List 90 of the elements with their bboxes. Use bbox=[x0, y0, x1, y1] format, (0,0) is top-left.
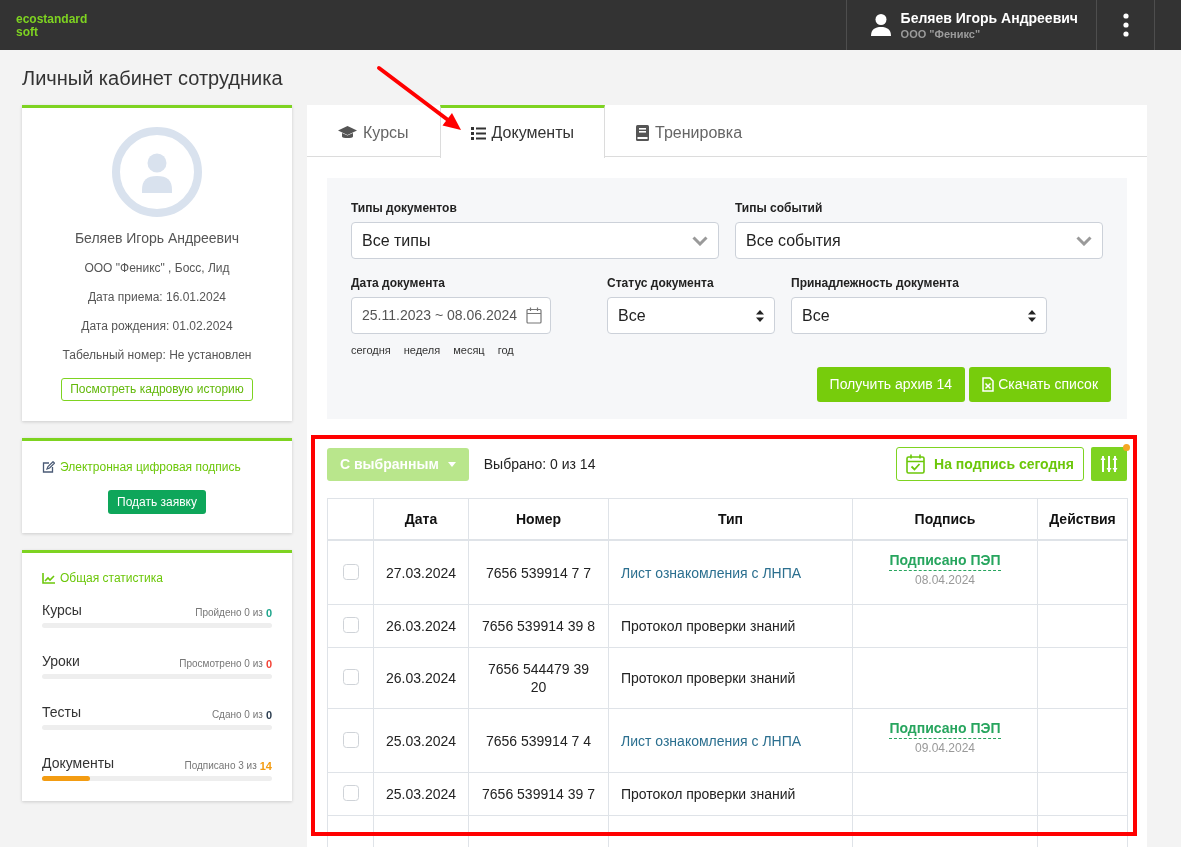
user-name: Беляев Игорь Андреевич bbox=[900, 9, 1078, 27]
graduation-cap-icon bbox=[338, 125, 357, 140]
kebab-menu-icon bbox=[1122, 13, 1129, 37]
logo-text: ecostandard soft bbox=[16, 13, 88, 39]
list-icon bbox=[470, 126, 486, 140]
date-range-link[interactable]: месяц bbox=[453, 343, 485, 357]
caret-icon bbox=[447, 461, 456, 467]
stat-total: 0 bbox=[265, 708, 272, 722]
apply-button[interactable]: Подать заявку bbox=[108, 490, 206, 514]
table-cell: 7656 539914 7 7 bbox=[468, 540, 609, 605]
column-header: Подпись bbox=[852, 498, 1038, 540]
date-range-link[interactable]: неделя bbox=[403, 343, 441, 357]
stat-total: 0 bbox=[265, 606, 272, 620]
row-checkbox[interactable] bbox=[342, 731, 359, 748]
table-cell: Протокол проверки знаний bbox=[608, 647, 853, 709]
table-cell: 7656 539914 39 7 bbox=[468, 772, 609, 816]
field-label: Статус документа bbox=[607, 275, 714, 291]
page-title: Личный кабинет сотрудника bbox=[22, 66, 283, 90]
signature-date: 08.04.2024 bbox=[914, 572, 976, 588]
column-header: Тип bbox=[608, 498, 853, 540]
table-cell: 7656 539914 39 8 bbox=[468, 604, 609, 648]
sliders-icon bbox=[1100, 455, 1118, 473]
tab[interactable]: Тренировка bbox=[605, 105, 774, 157]
field-label: Принадлежность документа bbox=[791, 275, 959, 291]
row-checkbox[interactable] bbox=[342, 785, 359, 801]
select-field[interactable]: Все bbox=[791, 297, 1047, 334]
table-cell: 7656 539914 7 4 bbox=[468, 708, 609, 773]
profile-detail: Табельный номер: Не установлен bbox=[62, 347, 252, 364]
profile-detail: Дата рождения: 01.02.2024 bbox=[81, 318, 233, 335]
file-icon bbox=[982, 377, 995, 392]
field-label: Типы документов bbox=[351, 200, 457, 216]
stat-summary: Сдано 0 из bbox=[211, 708, 263, 722]
profile-detail: ООО "Феникс" , Босс, Лид bbox=[84, 260, 230, 277]
field-label: Типы событий bbox=[735, 200, 823, 216]
document-link[interactable]: Лист ознакомления с ЛНПА bbox=[621, 732, 802, 749]
date-range-link[interactable]: год bbox=[497, 343, 514, 357]
table-cell: Протокол проверки знаний bbox=[608, 772, 853, 816]
signature-status-link[interactable]: Подписано ПЭП bbox=[889, 719, 1001, 739]
table-cell: 26.03.2024 bbox=[373, 647, 469, 709]
stat-summary: Пройдено 0 из bbox=[195, 606, 263, 620]
stat-label: Уроки bbox=[42, 652, 80, 671]
stat-summary: Подписано 3 из bbox=[184, 759, 257, 773]
table-cell: 26.03.2024 bbox=[373, 604, 469, 648]
select-field[interactable]: Все события bbox=[735, 222, 1103, 259]
table-cell: 25.03.2024 bbox=[373, 772, 469, 816]
select-field[interactable]: Все типы bbox=[351, 222, 719, 259]
avatar-icon bbox=[112, 127, 202, 217]
column-header: Дата bbox=[373, 498, 469, 540]
signature-status-link[interactable]: Подписано ПЭП bbox=[889, 551, 1001, 571]
sort-arrows-icon bbox=[756, 309, 764, 322]
sort-arrows-icon bbox=[1028, 309, 1036, 322]
date-range-field[interactable]: 25.11.2023 ~ 08.06.2024 bbox=[351, 297, 551, 334]
card-title: Общая статистика bbox=[60, 570, 163, 586]
table-cell: 25.03.2024 bbox=[373, 708, 469, 773]
tab[interactable]: Курсы bbox=[307, 105, 440, 157]
card-title: Электронная цифровая подпись bbox=[60, 459, 241, 475]
row-checkbox[interactable] bbox=[342, 563, 359, 580]
document-link[interactable]: Лист ознакомления с ЛНПА bbox=[621, 564, 802, 581]
stat-total: 0 bbox=[265, 657, 272, 671]
employee-name: Беляев Игорь Андреевич bbox=[74, 229, 240, 248]
table-cell: Протокол проверки знаний bbox=[608, 604, 853, 648]
row-checkbox[interactable] bbox=[342, 617, 359, 633]
stat-summary: Просмотрено 0 из bbox=[179, 657, 263, 671]
calendar-icon bbox=[526, 307, 542, 324]
column-header: Действия bbox=[1037, 498, 1128, 540]
line-chart-icon bbox=[42, 572, 55, 584]
select-field[interactable]: Все bbox=[607, 297, 775, 334]
chevron-down-icon bbox=[692, 235, 708, 246]
column-header: Номер bbox=[468, 498, 609, 540]
tab[interactable]: Документы bbox=[439, 105, 606, 158]
field-label: Дата документа bbox=[351, 275, 445, 291]
chevron-down-icon bbox=[1076, 235, 1092, 246]
table-cell: 7656 544479 39 20 bbox=[468, 647, 609, 709]
profile-detail: Дата приема: 16.01.2024 bbox=[87, 289, 227, 306]
date-range-link[interactable]: сегодня bbox=[351, 343, 391, 357]
calendar-check-icon bbox=[906, 454, 926, 474]
signature-date: 09.04.2024 bbox=[914, 740, 976, 756]
edit-icon bbox=[42, 461, 55, 473]
stat-label: Тесты bbox=[42, 703, 82, 722]
column-settings-button[interactable] bbox=[1091, 447, 1127, 481]
stat-total: 14 bbox=[259, 759, 272, 773]
row-checkbox[interactable] bbox=[342, 669, 359, 685]
selection-count: Выбрано: 0 из 14 bbox=[483, 454, 596, 474]
stat-label: Документы bbox=[42, 754, 115, 773]
table-cell: 27.03.2024 bbox=[373, 540, 469, 605]
user-icon bbox=[870, 14, 891, 36]
user-company: ООО "Феникс" bbox=[900, 26, 981, 41]
book-icon bbox=[636, 124, 650, 141]
stat-label: Курсы bbox=[42, 601, 82, 620]
more-button[interactable] bbox=[1096, 0, 1155, 50]
